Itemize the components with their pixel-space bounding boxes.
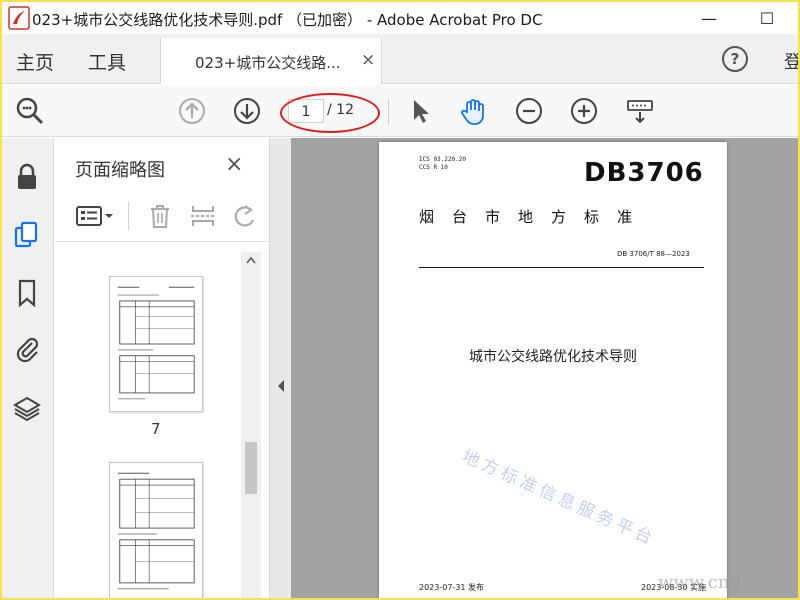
app-window: 023+城市公交线路优化技术导则.pdf （已加密） - Adobe Acrob… — [2, 2, 798, 598]
document-tab-label: 023+城市公交线路... — [195, 54, 341, 72]
tab-document[interactable]: 023+城市公交线路... × — [160, 38, 382, 84]
document-title: 城市公交线路优化技术导则 — [469, 349, 637, 365]
page-total: / 12 — [327, 102, 354, 118]
layers-icon[interactable] — [12, 394, 42, 424]
panel-splitter[interactable] — [269, 138, 291, 598]
collapse-panel-icon[interactable] — [277, 380, 285, 392]
thumbnail-options-icon[interactable] — [75, 204, 115, 228]
previous-page-icon[interactable] — [176, 95, 208, 127]
watermark-text: 地方标准信息服务平台 — [458, 446, 659, 551]
window-title: 023+城市公交线路优化技术导则.pdf （已加密） - Adobe Acrob… — [32, 11, 543, 29]
lock-icon[interactable] — [12, 162, 42, 192]
scroll-up-icon[interactable] — [245, 256, 257, 264]
panel-close-button[interactable]: × — [225, 152, 243, 177]
keyboard-scroll-icon[interactable] — [624, 95, 656, 127]
tab-bar: 主页 工具 023+城市公交线路... × ? 登 — [2, 34, 798, 84]
attachment-icon[interactable] — [12, 334, 42, 364]
issue-date: 2023-07-31 发布 — [419, 583, 485, 592]
page-thumbnail[interactable] — [109, 462, 203, 598]
acrobat-logo-icon — [8, 6, 30, 30]
url-watermark: www.cnd — [658, 572, 742, 593]
panel-toolbar — [55, 190, 269, 242]
panel-toolbar-divider — [128, 202, 129, 230]
select-cursor-icon[interactable] — [404, 95, 436, 127]
page-thumbnails-panel: 页面缩略图 × 7 — [55, 138, 269, 598]
zoom-out-icon[interactable] — [513, 95, 545, 127]
title-bar: 023+城市公交线路优化技术导则.pdf （已加密） - Adobe Acrob… — [2, 2, 798, 34]
zoom-in-icon[interactable] — [568, 95, 600, 127]
hand-tool-icon[interactable] — [458, 95, 490, 127]
help-icon: ? — [730, 50, 740, 68]
ccs-code: CCS R 10 — [419, 164, 448, 171]
page-thumbnails-icon[interactable] — [12, 220, 42, 250]
help-button[interactable]: ? — [722, 46, 748, 72]
toolbar-divider — [388, 99, 389, 125]
header-rule — [419, 267, 704, 268]
tab-tools[interactable]: 工具 — [88, 48, 126, 75]
minimize-button[interactable]: — — [686, 2, 732, 34]
pdf-page: ICS 03.220.20 CCS R 10 DB3706 烟台市地方标准 DB… — [379, 142, 727, 598]
minimize-icon: — — [701, 8, 717, 28]
maximize-icon: ☐ — [759, 8, 775, 28]
scrollbar-thumb[interactable] — [245, 442, 257, 494]
panel-title: 页面缩略图 — [75, 160, 165, 181]
toolbar: 1 / 12 — [2, 85, 798, 137]
login-button[interactable]: 登 — [784, 48, 798, 74]
rotate-page-icon[interactable] — [231, 202, 257, 230]
zoom-search-icon[interactable] — [14, 95, 46, 127]
thumbnail-page-number: 7 — [151, 420, 161, 438]
close-tab-button[interactable]: × — [361, 50, 375, 70]
document-view[interactable]: ICS 03.220.20 CCS R 10 DB3706 烟台市地方标准 DB… — [291, 138, 798, 598]
page-thumbnail[interactable] — [109, 276, 203, 412]
bookmark-icon[interactable] — [12, 278, 42, 308]
page-number-input[interactable]: 1 — [288, 99, 324, 123]
thumbnails-scrollbar[interactable] — [241, 252, 261, 598]
local-standard-heading: 烟台市地方标准 — [419, 208, 651, 226]
insert-page-icon[interactable] — [189, 202, 217, 230]
db-code: DB3706 — [584, 158, 704, 188]
left-nav-rail — [2, 138, 54, 598]
maximize-button[interactable]: ☐ — [744, 2, 790, 34]
next-page-icon[interactable] — [231, 95, 263, 127]
tab-home[interactable]: 主页 — [16, 48, 54, 75]
ics-code: ICS 03.220.20 — [419, 156, 466, 163]
standard-number: DB 3706/T 88—2023 — [617, 250, 690, 258]
delete-page-icon[interactable] — [147, 202, 173, 230]
